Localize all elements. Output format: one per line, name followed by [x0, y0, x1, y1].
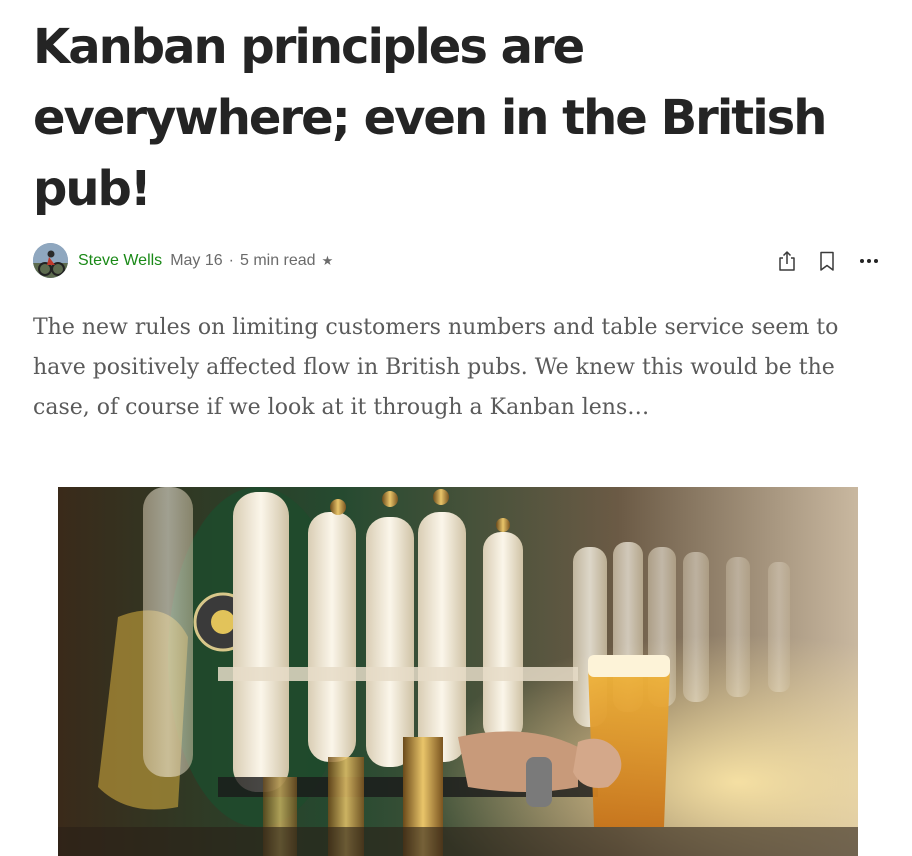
- share-button[interactable]: [775, 249, 799, 273]
- publish-date: May 16: [170, 252, 223, 269]
- bookmark-icon: [820, 251, 834, 271]
- bookmark-button[interactable]: [815, 249, 839, 273]
- article-subtitle: The new rules on limiting customers numb…: [33, 315, 839, 420]
- avatar[interactable]: [33, 243, 68, 278]
- author-name-link[interactable]: Steve Wells: [78, 252, 162, 269]
- beer-taps-photo: [58, 487, 858, 856]
- read-time: 5 min read: [239, 252, 316, 269]
- hero-image[interactable]: [58, 487, 858, 856]
- article-page: Kanban principles are everywhere; even i…: [0, 0, 912, 856]
- member-only-star-icon: ★: [321, 253, 334, 268]
- avatar-photo: [33, 243, 68, 278]
- more-horizontal-icon: [860, 259, 878, 263]
- article-title: Kanban principles are everywhere; even i…: [33, 19, 827, 217]
- more-options-button[interactable]: [857, 249, 881, 273]
- byline: Steve Wells May 16 · 5 min read ★: [78, 251, 333, 271]
- meta-separator: ·: [228, 252, 234, 269]
- share-icon: [779, 251, 795, 271]
- author-meta-row: Steve Wells May 16 · 5 min read ★: [33, 243, 885, 279]
